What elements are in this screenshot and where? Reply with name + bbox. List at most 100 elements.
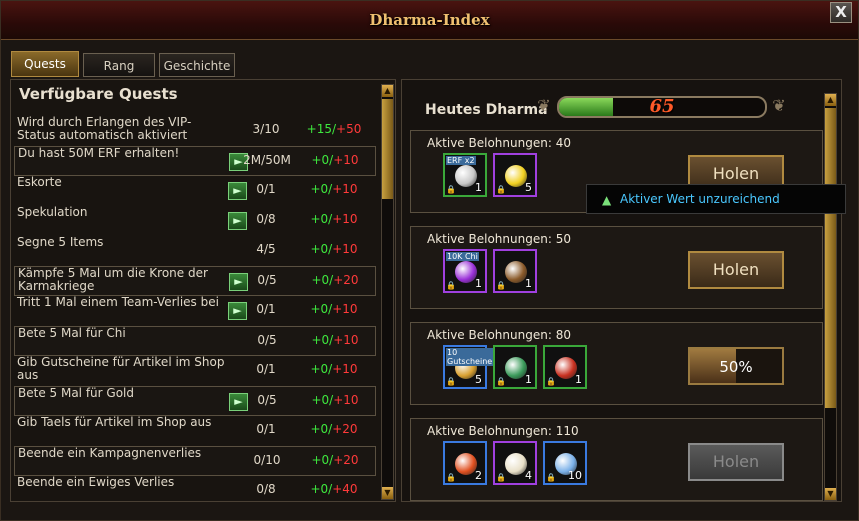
reward-threshold: 80	[555, 328, 571, 342]
quest-progress: 0/8	[256, 482, 276, 496]
dharma-index-window: Dharma-Index X Quests Rang Geschichte Ve…	[0, 0, 859, 521]
item-badge: 10K Chi	[446, 252, 479, 261]
scroll-thumb[interactable]	[382, 99, 393, 199]
quest-row[interactable]: Gib Taels für Artikel im Shop aus 0/1 +0/+…	[14, 416, 376, 446]
quest-row[interactable]: Eskorte ► 0/1 +0/+10	[14, 176, 376, 206]
lock-icon: 🔒	[446, 185, 456, 194]
quest-row[interactable]: Kämpfe 5 Mal um die Krone der Karmakrieg…	[14, 266, 376, 296]
scroll-thumb[interactable]	[825, 108, 836, 408]
quest-reward: +0/+20	[295, 453, 375, 467]
reward-card: Aktive Belohnungen: 110 🔒 2 🔒 4 🔒 10 Holen	[410, 418, 823, 501]
quest-reward: +0/+20	[294, 422, 374, 436]
quest-name: Bete 5 Mal für Gold	[18, 386, 134, 400]
quest-name: Beende ein Ewiges Verlies	[17, 475, 175, 489]
reward-threshold: 50	[555, 232, 571, 246]
quest-progress: 3/10	[252, 122, 280, 136]
reward-max: +10	[333, 153, 359, 167]
quest-reward: +0/+10	[294, 302, 374, 316]
window-title: Dharma-Index	[369, 11, 490, 29]
quest-reward: +0/+10	[294, 212, 374, 226]
lock-icon: 🔒	[546, 377, 556, 386]
quest-reward: +0/+10	[295, 333, 375, 347]
reward-max: +10	[333, 333, 359, 347]
scroll-down-icon[interactable]: ▼	[825, 488, 836, 500]
quest-row[interactable]: Beende ein Kampagnenverlies 0/10 +0/+20	[14, 446, 376, 476]
lock-icon: 🔒	[546, 473, 556, 482]
quest-progress: 0/1	[256, 362, 276, 376]
reward-max: +10	[332, 242, 358, 256]
scroll-down-icon[interactable]: ▼	[382, 487, 393, 499]
quest-row[interactable]: Wird durch Erlangen des VIP-Status autom…	[14, 116, 376, 146]
quest-row[interactable]: Segne 5 Items 4/5 +0/+10	[14, 236, 376, 266]
quest-row[interactable]: Bete 5 Mal für Gold ► 0/5 +0/+10	[14, 386, 376, 416]
reward-label: Aktive Belohnungen: 50	[427, 232, 571, 246]
reward-item[interactable]: 🔒 4	[493, 441, 537, 485]
reward-label-text: Aktive Belohnungen:	[427, 136, 552, 150]
scroll-up-icon[interactable]: ▲	[825, 94, 836, 106]
quest-name: Gib Gutscheine für Artikel im Shop aus	[17, 355, 225, 382]
quest-reward: +0/+10	[294, 362, 374, 376]
quest-name: Spekulation	[17, 205, 88, 219]
quest-scrollbar[interactable]: ▲ ▼	[381, 84, 394, 500]
quest-row[interactable]: Tritt 1 Mal einem Team-Verlies bei ► 0/1 +0…	[14, 296, 376, 326]
yellow-gem-icon	[505, 165, 527, 187]
arrow-up-icon: ▲	[602, 193, 612, 207]
quest-progress: 0/1	[256, 302, 276, 316]
quest-progress: 0/1	[256, 422, 276, 436]
reward-current: +0/	[310, 182, 333, 196]
holen-button: Holen	[688, 443, 784, 481]
quest-row[interactable]: Du hast 50M ERF erhalten! ► 2M/50M +0/+10	[14, 146, 376, 176]
quest-row[interactable]: Beende ein Ewiges Verlies 0/8 +0/+40	[14, 476, 376, 506]
quest-name: Tritt 1 Mal einem Team-Verlies bei	[17, 295, 219, 309]
quest-row[interactable]: Bete 5 Mal für Chi 0/5 +0/+10	[14, 326, 376, 356]
tab-geschichte[interactable]: Geschichte	[159, 53, 235, 77]
tab-rang[interactable]: Rang	[83, 53, 155, 77]
tooltip: ▲ Aktiver Wert unzureichend	[586, 184, 846, 214]
item-count: 4	[525, 469, 532, 482]
reward-item[interactable]: 🔒 1	[493, 249, 537, 293]
reward-label-text: Aktive Belohnungen:	[427, 328, 552, 342]
reward-current: +0/	[310, 422, 333, 436]
reward-item[interactable]: 🔒 1	[543, 345, 587, 389]
reward-item[interactable]: ERF x2 🔒 1	[443, 153, 487, 197]
green-orb-icon	[505, 357, 527, 379]
quest-name: Du hast 50M ERF erhalten!	[18, 146, 180, 160]
quest-progress: 0/1	[256, 182, 276, 196]
quest-name: Bete 5 Mal für Chi	[18, 326, 126, 340]
quest-name: Kämpfe 5 Mal um die Krone der Karmakrieg…	[18, 266, 208, 293]
reward-item[interactable]: 🔒 1	[493, 345, 537, 389]
scroll-icon	[505, 261, 527, 283]
close-button[interactable]: X	[830, 2, 852, 23]
quest-progress: 2M/50M	[243, 153, 291, 167]
lock-icon: 🔒	[496, 185, 506, 194]
tooltip-text: Aktiver Wert unzureichend	[620, 192, 780, 206]
reward-max: +20	[333, 453, 359, 467]
quest-progress: 4/5	[256, 242, 276, 256]
tab-quests[interactable]: Quests	[11, 51, 79, 77]
quest-reward: +0/+10	[295, 153, 375, 167]
reward-progress-text: 50%	[719, 358, 753, 376]
title-bar[interactable]: Dharma-Index X	[1, 1, 858, 40]
reward-item[interactable]: 10 Gutscheine 🔒 5	[443, 345, 494, 389]
purple-orb-icon	[455, 261, 477, 283]
silver-orb-icon	[455, 165, 477, 187]
reward-item[interactable]: 🔒 5	[493, 153, 537, 197]
quest-row[interactable]: Spekulation ► 0/8 +0/+10	[14, 206, 376, 236]
scroll-up-icon[interactable]: ▲	[382, 85, 393, 97]
quest-row[interactable]: Gib Gutscheine für Artikel im Shop aus 0/…	[14, 356, 376, 386]
dharma-value: 65	[649, 96, 675, 117]
dharma-panel: Heutes Dharma ❦ 65 ❦ Aktive Belohnungen:…	[401, 79, 842, 502]
reward-item[interactable]: 🔒 10	[543, 441, 587, 485]
item-count: 2	[475, 469, 482, 482]
holen-button[interactable]: Holen	[688, 251, 784, 289]
reward-max: +20	[333, 273, 359, 287]
reward-item[interactable]: 10K Chi 🔒 1	[443, 249, 487, 293]
item-count: 5	[525, 181, 532, 194]
reward-current: +0/	[310, 302, 333, 316]
reward-label: Aktive Belohnungen: 40	[427, 136, 571, 150]
reward-item[interactable]: 🔒 2	[443, 441, 487, 485]
quest-progress: 0/5	[257, 273, 277, 287]
ornament-left-icon: ❦	[537, 96, 551, 115]
reward-current: +0/	[311, 153, 334, 167]
reward-scrollbar[interactable]: ▲ ▼	[824, 93, 837, 501]
